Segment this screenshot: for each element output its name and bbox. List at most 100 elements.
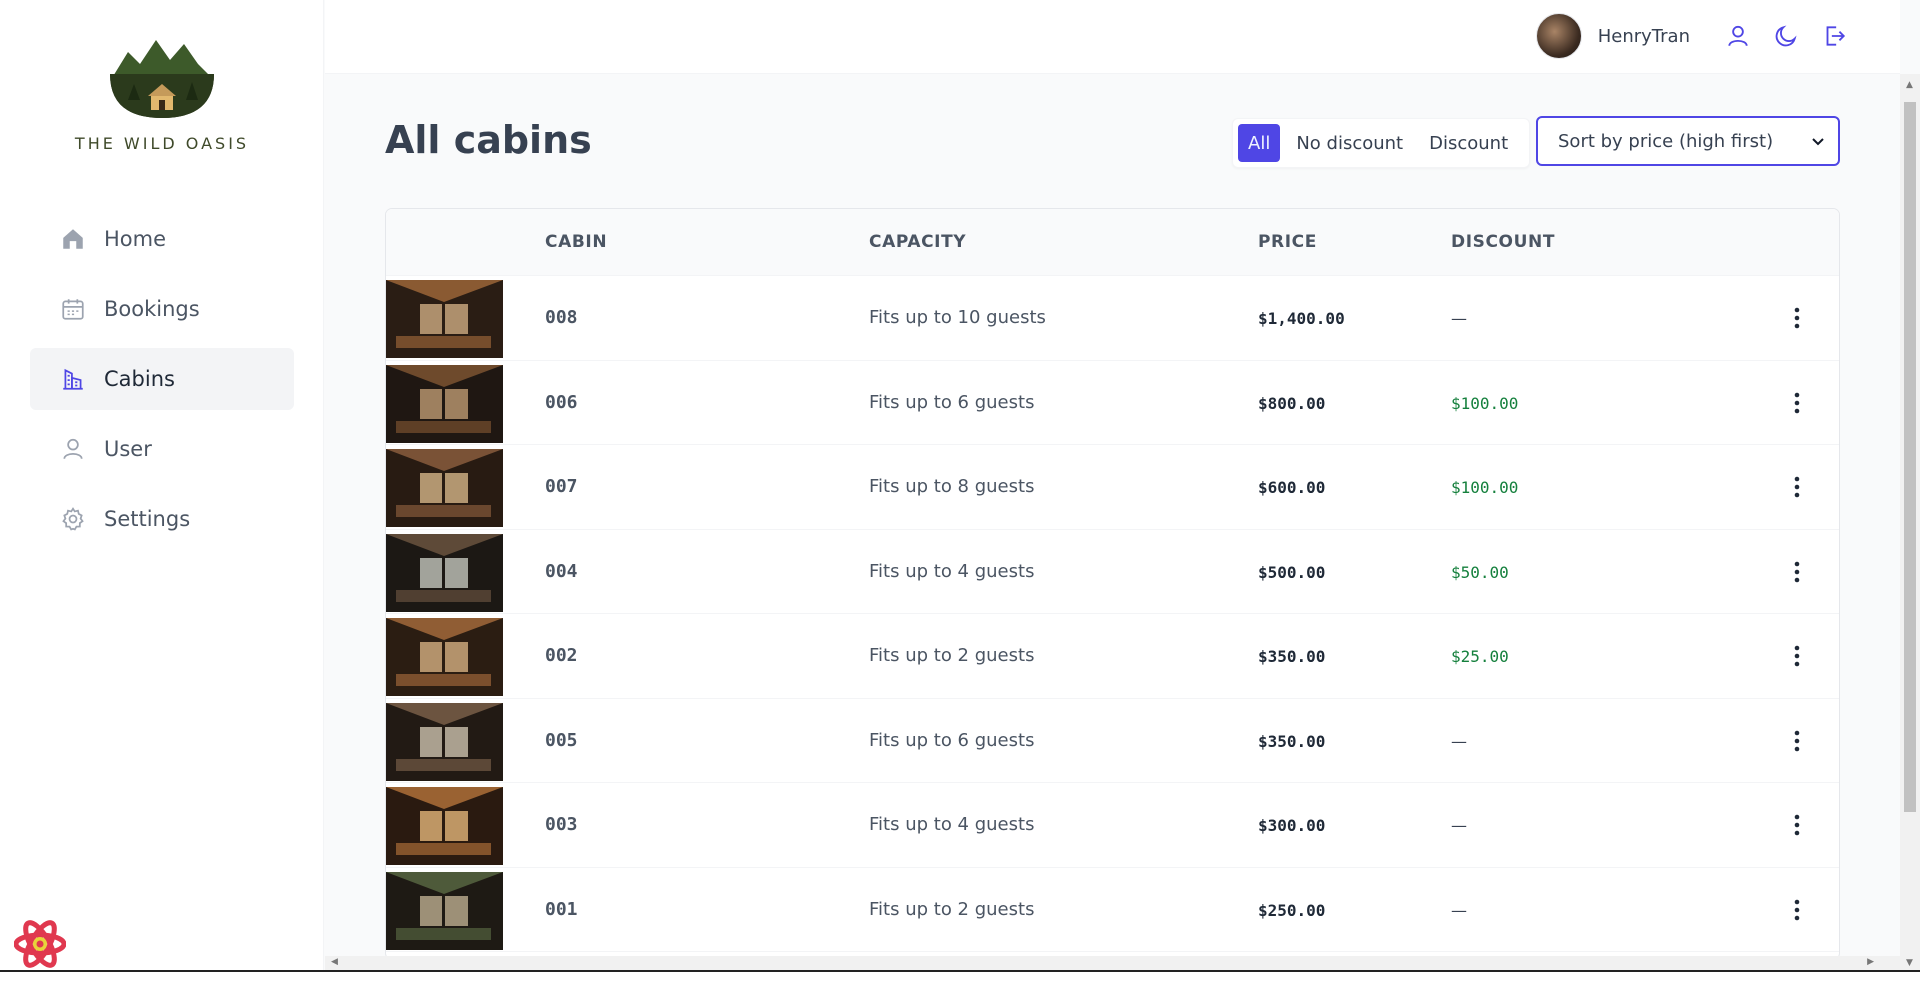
chevron-down-icon [1812,138,1824,146]
cabin-price: $800.00 [1258,393,1326,413]
cabin-capacity: Fits up to 2 guests [869,898,1035,920]
logout-icon [1826,26,1846,46]
cabin-name: 004 [545,560,578,582]
filter-no-discount-button[interactable]: No discount [1286,124,1413,162]
logout-button[interactable] [1818,20,1850,52]
filter-all-button[interactable]: All [1238,124,1281,162]
cabin-discount: $100.00 [1451,393,1519,413]
brand-name: THE WILD OASIS [74,134,250,153]
page-title: All cabins [385,118,592,162]
cabin-name: 003 [545,814,578,835]
vertical-scrollbar[interactable]: ▲ ▼ [1900,74,1920,970]
column-header-discount: DISCOUNT [1451,232,1556,252]
filter-discount-button[interactable]: Discount [1419,124,1518,162]
cabin-discount: $25.00 [1451,647,1509,666]
sidebar: THE WILD OASIS Home Bookings Cabins User [0,0,324,982]
more-vertical-icon [1794,307,1800,329]
cabin-name: 001 [545,898,578,920]
cabin-discount: — [1451,309,1467,328]
cabin-capacity: Fits up to 10 guests [869,307,1046,328]
column-header-cabin: CABIN [545,232,608,252]
cabin-image [386,702,503,781]
sidebar-item-user[interactable]: User [30,418,294,480]
more-vertical-icon [1794,730,1800,751]
row-menu-button[interactable] [1785,896,1809,924]
table-row: 003 Fits up to 4 guests $300.00 — [386,783,1839,868]
table-row: 002 Fits up to 2 guests $350.00 $25.00 [386,614,1839,699]
more-vertical-icon [1794,814,1800,836]
cabin-name: 008 [545,307,578,328]
scrollbar-thumb[interactable] [1904,102,1916,812]
cabin-name: 006 [545,391,578,413]
row-menu-button[interactable] [1785,389,1809,417]
table-row: 005 Fits up to 6 guests $350.00 — [386,699,1839,783]
scroll-up-arrow[interactable]: ▲ [1906,80,1913,90]
row-menu-button[interactable] [1785,811,1809,839]
cabin-image [386,449,503,527]
cabin-image [386,280,503,358]
sidebar-item-settings[interactable]: Settings [30,488,294,550]
cabin-price: $600.00 [1258,478,1326,497]
cabin-capacity: Fits up to 4 guests [869,814,1035,835]
logo[interactable]: THE WILD OASIS [0,34,324,153]
username: HenryTran [1597,25,1690,47]
home-icon [60,226,86,252]
horizontal-scrollbar[interactable]: ◀ ▶ [325,956,1900,970]
sidebar-item-home[interactable]: Home [30,208,294,270]
sidebar-item-label: Bookings [104,297,200,321]
cabin-price: $250.00 [1258,900,1326,920]
more-vertical-icon [1794,899,1800,920]
cabin-name: 005 [545,729,578,751]
dark-mode-toggle[interactable] [1770,20,1802,52]
cabin-price: $350.00 [1258,647,1326,666]
sidebar-item-cabins[interactable]: Cabins [30,348,294,410]
building-icon [60,366,86,392]
sidebar-item-label: Home [104,227,167,251]
react-devtools-icon[interactable] [13,918,67,974]
column-header-price: PRICE [1258,232,1317,252]
row-menu-button[interactable] [1785,727,1809,755]
cabin-capacity: Fits up to 6 guests [869,391,1035,413]
sidebar-item-label: Settings [104,507,191,531]
cabin-price: $1,400.00 [1258,309,1345,328]
scroll-right-arrow[interactable]: ▶ [1867,957,1874,967]
sort-selected-value: Sort by price (high first) [1558,130,1774,152]
user-icon [1728,25,1748,47]
cabin-capacity: Fits up to 6 guests [869,729,1035,751]
cabin-capacity: Fits up to 8 guests [869,476,1035,497]
cabin-discount: — [1451,900,1467,920]
cabin-discount: — [1451,816,1467,835]
cabin-name: 002 [545,645,578,666]
cabin-image [386,871,503,950]
discount-filter: All No discount Discount [1232,118,1531,168]
row-menu-button[interactable] [1785,304,1809,332]
cabin-price: $300.00 [1258,816,1326,835]
user-profile: HenryTran [1535,13,1690,59]
row-menu-button[interactable] [1785,642,1809,670]
cabin-name: 007 [545,476,578,497]
cabin-capacity: Fits up to 4 guests [869,560,1035,582]
row-menu-button[interactable] [1785,473,1809,501]
cabin-price: $350.00 [1258,731,1326,751]
scroll-left-arrow[interactable]: ◀ [331,957,338,967]
moon-icon [1775,25,1797,47]
scroll-down-arrow[interactable]: ▼ [1906,958,1913,968]
table-header: CABIN CAPACITY PRICE DISCOUNT [386,209,1839,276]
logo-image [110,40,214,118]
avatar [1535,13,1582,59]
account-button[interactable] [1722,20,1754,52]
user-icon [60,436,86,462]
cabin-discount: — [1451,731,1467,751]
window-bottom-edge [0,970,1920,982]
more-vertical-icon [1794,392,1800,413]
table-row: 008 Fits up to 10 guests $1,400.00 — [386,276,1839,361]
main-content: All cabins All No discount Discount Sort… [325,74,1900,970]
calendar-icon [60,296,86,322]
cabin-image [386,618,503,696]
sidebar-item-bookings[interactable]: Bookings [30,278,294,340]
main-nav: Home Bookings Cabins User Settings [30,208,294,558]
row-menu-button[interactable] [1785,558,1809,586]
more-vertical-icon [1794,561,1800,582]
sort-select[interactable]: Sort by price (high first) [1536,116,1840,166]
table-row: 007 Fits up to 8 guests $600.00 $100.00 [386,445,1839,530]
